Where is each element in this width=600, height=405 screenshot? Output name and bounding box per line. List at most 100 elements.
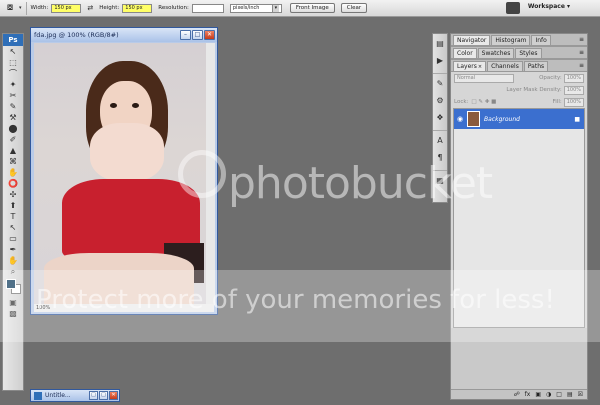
panel-menu-icon[interactable]: ≡ (579, 49, 584, 56)
lock-pixels-icon[interactable]: ✎ (478, 99, 483, 105)
link-layers-icon[interactable]: ☍ (514, 390, 520, 399)
photo-hands (90, 123, 164, 181)
lock-row: Lock: □ ✎ ✚ ■ Fill: 100% (451, 96, 587, 108)
lock-transparency-icon[interactable]: □ (471, 99, 476, 105)
close-icon[interactable]: × (478, 64, 482, 70)
tab-layers[interactable]: Layers× (453, 61, 487, 71)
clone-source-panel-icon[interactable]: ❖ (433, 111, 447, 125)
resolution-field[interactable] (191, 3, 224, 13)
mask-density-row: Layer Mask Density: 100% (451, 84, 587, 96)
tab-histogram[interactable]: Histogram (491, 35, 531, 45)
history-brush-tool-icon[interactable]: ▲ (3, 145, 23, 156)
minimized-document-window[interactable]: Untitle... □ □ ✕ (30, 389, 120, 402)
path-selection-tool-icon[interactable]: ↖ (3, 222, 23, 233)
tab-channels[interactable]: Channels (487, 61, 523, 71)
workspace-menu[interactable]: Workspace ▾ (528, 3, 570, 10)
panel-menu-icon[interactable]: ≡ (579, 62, 584, 69)
tab-info[interactable]: Info (531, 35, 551, 45)
type-tool-icon[interactable]: T (3, 211, 23, 222)
move-tool-icon[interactable]: ↖ (3, 46, 23, 57)
navigator-panel-group: Navigator Histogram Info ≡ (451, 34, 587, 47)
character-panel-icon[interactable]: A (433, 134, 447, 148)
front-image-button[interactable]: Front Image (289, 3, 335, 13)
crop-icon[interactable]: ⧇ (3, 1, 17, 15)
lock-label: Lock: (454, 99, 469, 105)
eraser-tool-icon[interactable]: ⌘ (3, 156, 23, 167)
crop-tool-icon[interactable]: ✂ (3, 90, 23, 101)
blur-tool-icon[interactable]: ⭕ (3, 178, 23, 189)
gradient-tool-icon[interactable]: ✋ (3, 167, 23, 178)
delete-layer-icon[interactable]: ☒ (578, 390, 583, 399)
panel-menu-icon[interactable]: ≡ (579, 36, 584, 43)
tab-swatches[interactable]: Swatches (477, 48, 515, 58)
clear-button[interactable]: Clear (340, 3, 368, 13)
add-mask-icon[interactable]: ▣ (535, 390, 541, 399)
mask-density-label: Layer Mask Density: (506, 87, 562, 93)
watermark-brand: photobucket (228, 158, 493, 209)
maximize-icon[interactable]: □ (192, 30, 203, 40)
opacity-field[interactable]: 100% (563, 73, 584, 83)
clone-stamp-tool-icon[interactable]: ✐ (3, 134, 23, 145)
lock-position-icon[interactable]: ✚ (485, 99, 490, 105)
close-icon[interactable]: ✕ (109, 391, 118, 400)
opacity-label: Opacity: (539, 75, 562, 81)
layers-tabs: Layers× Channels Paths ≡ (451, 60, 587, 72)
tool-preset-dropdown-icon[interactable]: ▾ (19, 5, 22, 11)
eye-icon[interactable]: ◉ (457, 115, 467, 123)
maximize-icon[interactable]: □ (99, 391, 108, 400)
close-icon[interactable]: ✕ (204, 30, 215, 40)
height-field[interactable]: 150 px (122, 3, 153, 13)
hand-tool-icon[interactable]: ✋ (3, 255, 23, 266)
swap-dimensions-icon[interactable]: ⇄ (87, 4, 93, 12)
mask-density-field[interactable]: 100% (563, 85, 584, 95)
layer-thumbnail (467, 111, 480, 127)
lock-all-icon[interactable]: ■ (491, 99, 496, 105)
layer-style-icon[interactable]: fx (525, 390, 531, 399)
fill-label: Fill: (552, 99, 562, 105)
width-label: Width: (30, 5, 49, 11)
lasso-tool-icon[interactable]: ⌒ (3, 68, 23, 79)
navigator-tabs: Navigator Histogram Info ≡ (451, 34, 587, 46)
height-label: Height: (99, 5, 120, 11)
minimize-icon[interactable]: – (180, 30, 191, 40)
layers-panel-footer: ☍ fx ▣ ◑ □ ▤ ☒ (451, 389, 587, 399)
window-controls: – □ ✕ (180, 30, 215, 40)
magic-wand-tool-icon[interactable]: ✦ (3, 79, 23, 90)
tab-styles[interactable]: Styles (515, 48, 542, 58)
actions-panel-icon[interactable]: ▶ (433, 54, 447, 68)
watermark-tagline: Protect more of your memories for less! (36, 285, 555, 315)
tab-color[interactable]: Color (453, 48, 477, 58)
width-field[interactable]: 150 px (51, 3, 82, 13)
lock-icon: ■ (574, 115, 580, 123)
tab-paths[interactable]: Paths (523, 61, 549, 71)
blend-mode-select[interactable]: Normal (454, 73, 514, 83)
dodge-tool-icon[interactable]: ✣ (3, 189, 23, 200)
eyedropper-tool-icon[interactable]: ✎ (3, 101, 23, 112)
restore-icon[interactable]: □ (89, 391, 98, 400)
fill-field[interactable]: 100% (563, 97, 584, 107)
resolution-unit-select[interactable]: pixels/inch ▾ (229, 3, 282, 13)
new-group-icon[interactable]: □ (556, 390, 562, 399)
new-layer-icon[interactable]: ▤ (567, 390, 573, 399)
notes-tool-icon[interactable]: ✒ (3, 244, 23, 255)
tool-presets-panel-icon[interactable]: ⚙ (433, 94, 447, 108)
color-panel-group: Color Swatches Styles ≡ (451, 47, 587, 60)
photo-eye-left (110, 103, 117, 108)
workspace-icon[interactable] (506, 2, 520, 14)
panels-column: Navigator Histogram Info ≡ Color Swatche… (450, 33, 588, 400)
layer-name: Background (484, 115, 520, 123)
marquee-tool-icon[interactable]: ⬚ (3, 57, 23, 68)
photo-eye-right (132, 103, 139, 108)
brushes-panel-icon[interactable]: ✎ (433, 77, 447, 91)
history-panel-icon[interactable]: ▤ (433, 37, 447, 51)
adjustment-layer-icon[interactable]: ◑ (546, 390, 551, 399)
brush-tool-icon[interactable]: ⬤ (3, 123, 23, 134)
document-icon (34, 391, 42, 400)
pen-tool-icon[interactable]: ⬆ (3, 200, 23, 211)
divider (433, 125, 447, 131)
tab-navigator[interactable]: Navigator (453, 35, 491, 45)
shape-tool-icon[interactable]: ▭ (3, 233, 23, 244)
color-tabs: Color Swatches Styles ≡ (451, 47, 587, 59)
healing-brush-tool-icon[interactable]: ⚒ (3, 112, 23, 123)
layer-row-background[interactable]: ◉ Background ■ (454, 109, 584, 129)
